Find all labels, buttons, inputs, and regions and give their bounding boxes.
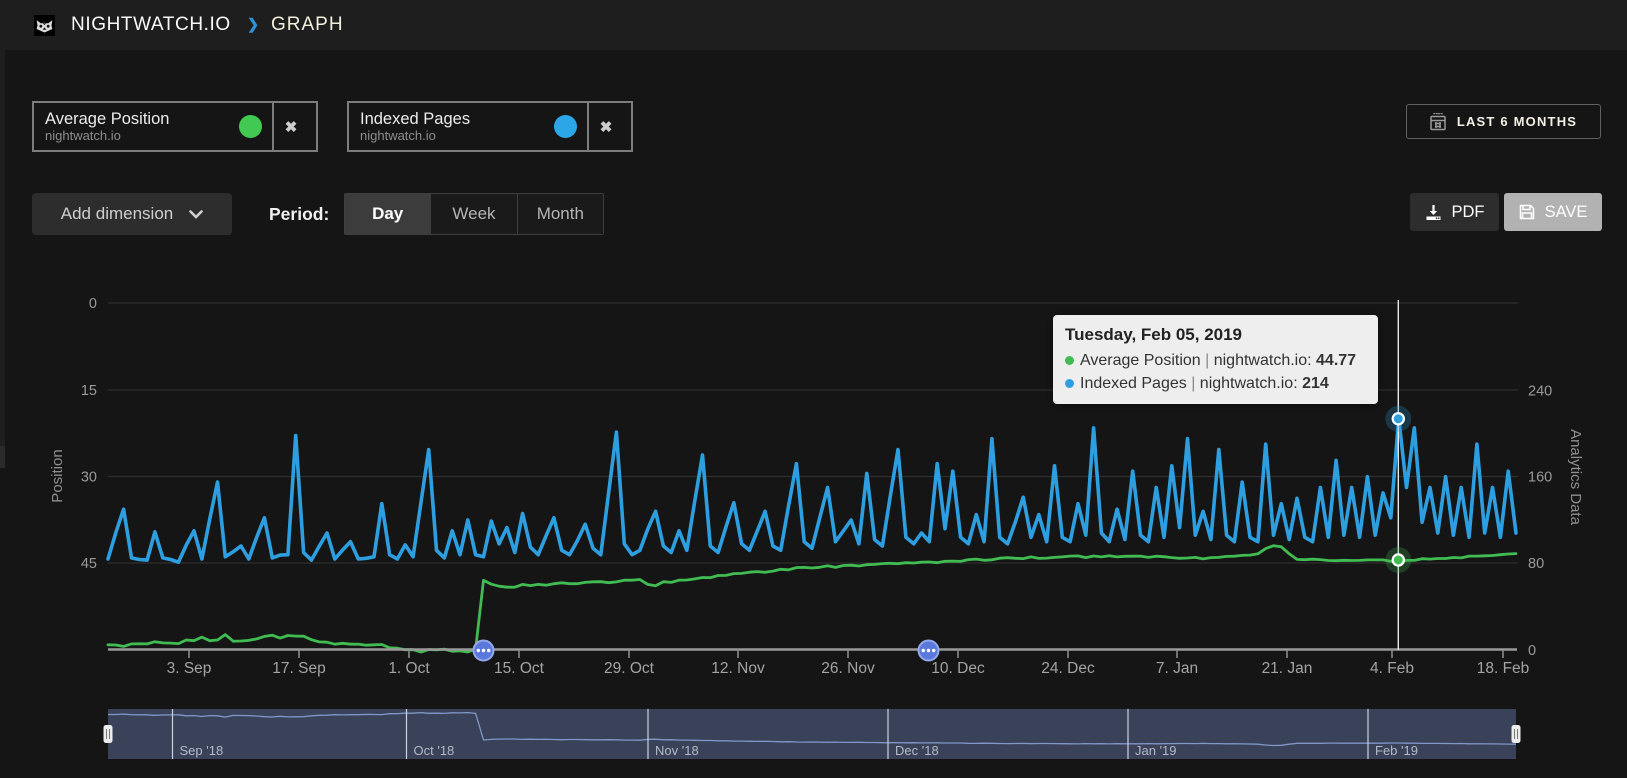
svg-text:30: 30: [81, 470, 97, 486]
svg-text:Analytics Data: Analytics Data: [1567, 429, 1584, 526]
svg-text:Dec '18: Dec '18: [895, 743, 939, 758]
svg-text:3. Sep: 3. Sep: [167, 660, 212, 677]
svg-text:0: 0: [1528, 643, 1536, 659]
svg-text:17. Sep: 17. Sep: [272, 660, 325, 677]
svg-text:Sep '18: Sep '18: [180, 743, 224, 758]
svg-text:15. Oct: 15. Oct: [494, 660, 545, 677]
svg-text:24. Dec: 24. Dec: [1041, 660, 1095, 677]
svg-text:4. Feb: 4. Feb: [1370, 660, 1414, 677]
svg-text:45: 45: [81, 556, 97, 572]
svg-text:1. Oct: 1. Oct: [388, 660, 430, 677]
svg-text:15: 15: [81, 383, 97, 399]
svg-text:Jan '19: Jan '19: [1135, 743, 1177, 758]
svg-text:29. Oct: 29. Oct: [604, 660, 655, 677]
svg-text:Feb '19: Feb '19: [1375, 743, 1418, 758]
svg-text:10. Dec: 10. Dec: [931, 660, 985, 677]
svg-text:26. Nov: 26. Nov: [821, 660, 875, 677]
svg-text:0: 0: [89, 296, 97, 312]
svg-text:7. Jan: 7. Jan: [1156, 660, 1198, 677]
svg-text:240: 240: [1528, 384, 1552, 400]
svg-text:12. Nov: 12. Nov: [711, 660, 765, 677]
svg-text:18. Feb: 18. Feb: [1477, 660, 1530, 677]
svg-text:21. Jan: 21. Jan: [1262, 660, 1313, 677]
svg-text:80: 80: [1528, 556, 1544, 572]
svg-text:Nov '18: Nov '18: [655, 743, 699, 758]
svg-text:Position: Position: [49, 449, 66, 502]
svg-text:Oct '18: Oct '18: [414, 743, 455, 758]
svg-text:160: 160: [1528, 470, 1552, 486]
